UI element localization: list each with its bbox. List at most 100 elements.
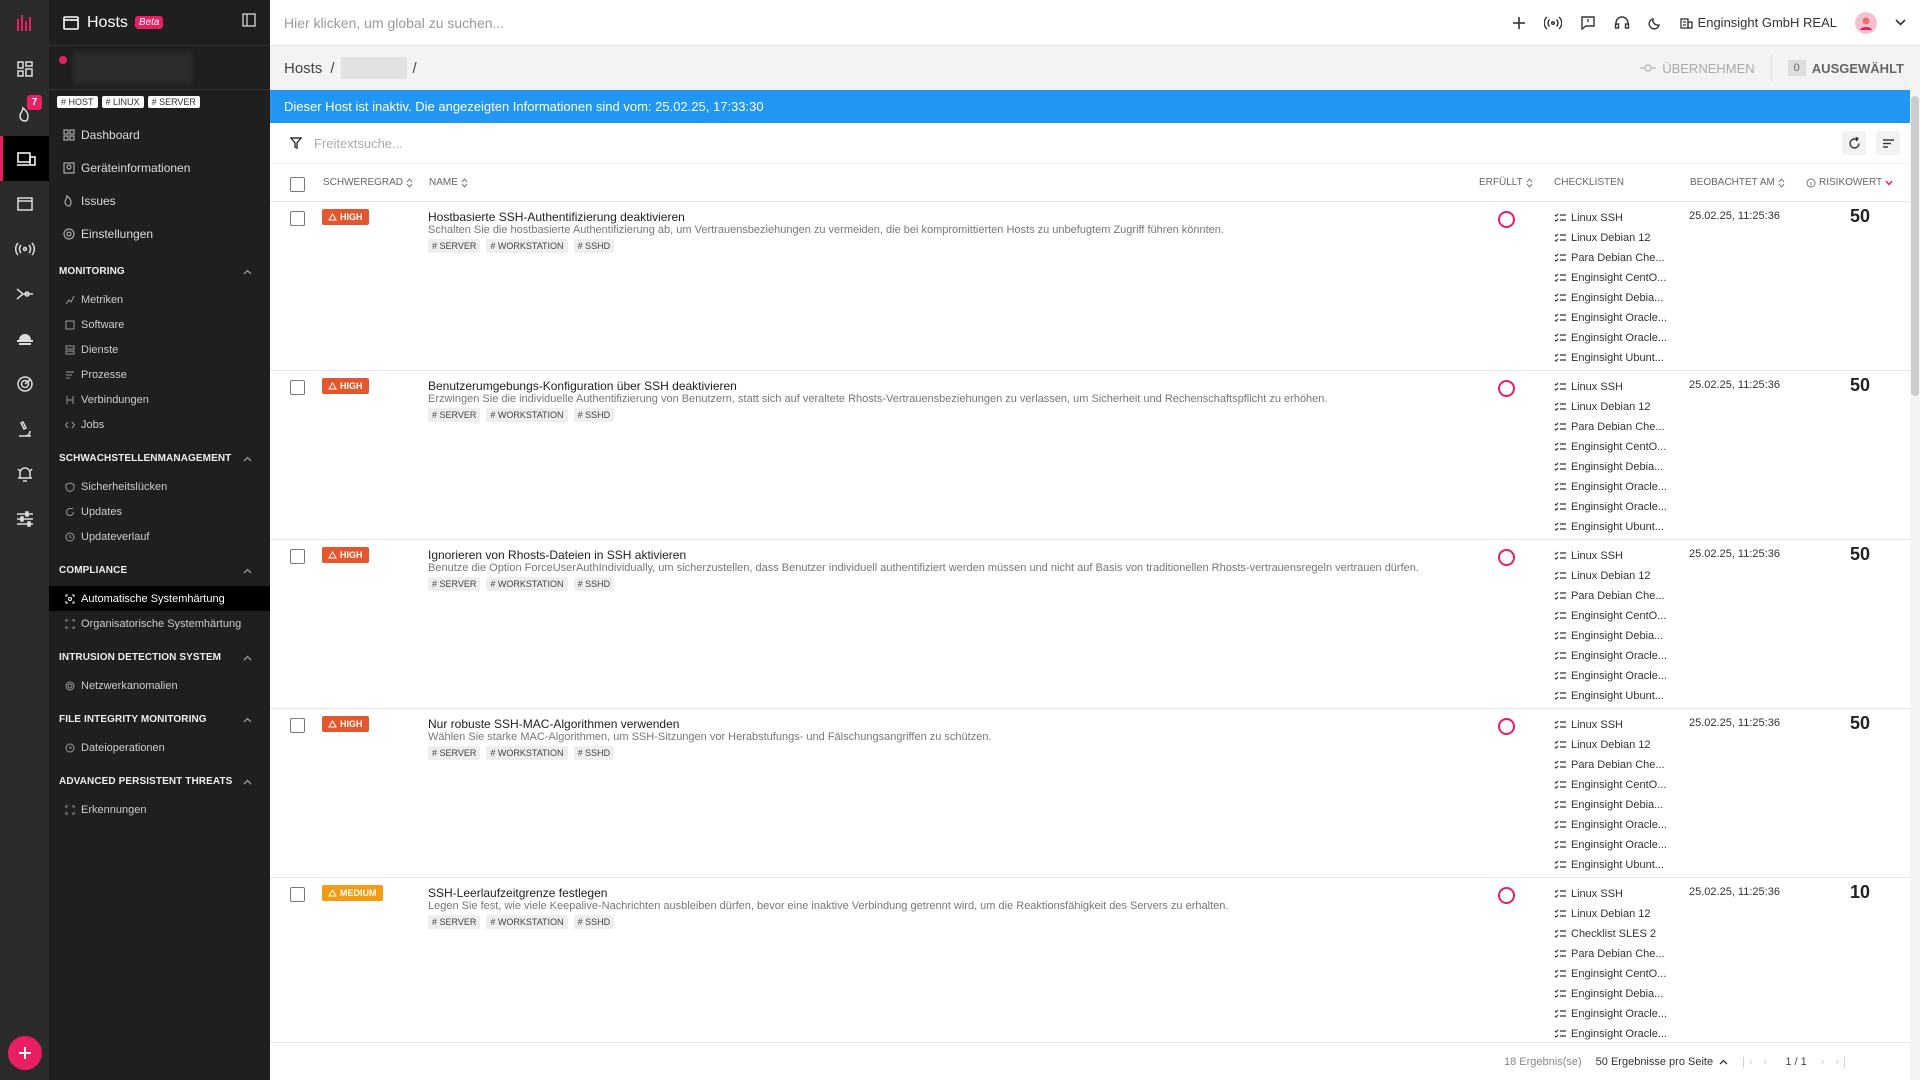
checklist-item[interactable]: Enginsight Debia... [1554, 984, 1667, 1004]
checklist-item[interactable]: Enginsight Oracle... [1554, 835, 1667, 855]
checklist-item[interactable]: Linux Debian 12 [1554, 566, 1667, 586]
select-all-checkbox[interactable] [290, 177, 305, 192]
nav-settings[interactable]: Einstellungen [49, 217, 270, 250]
checklist-item[interactable]: Para Debian Che... [1554, 586, 1667, 606]
filter-funnel-icon[interactable] [290, 137, 302, 149]
network-path-icon[interactable] [0, 271, 49, 316]
column-fulfilled[interactable]: ERFÜLLT [1479, 177, 1533, 188]
checklist-item[interactable]: Linux SSH [1554, 377, 1667, 397]
broadcast-signal-icon[interactable] [0, 226, 49, 271]
plus-icon[interactable] [1512, 16, 1526, 30]
nav-file-operations[interactable]: Dateioperationen [49, 735, 270, 760]
row-checkbox[interactable] [290, 887, 305, 902]
checklist-item[interactable]: Enginsight Oracle... [1554, 328, 1667, 348]
checklist-item[interactable]: Linux SSH [1554, 208, 1667, 228]
row-checkbox[interactable] [290, 718, 305, 733]
nav-dashboard[interactable]: Dashboard [49, 118, 270, 151]
nav-software[interactable]: Software [49, 312, 270, 337]
checklist-item[interactable]: Enginsight CentO... [1554, 606, 1667, 626]
dashboard-grid-icon[interactable] [0, 46, 49, 91]
hosts-devices-icon[interactable] [0, 136, 49, 181]
nav-organisational-hardening[interactable]: Organisatorische Systemhärtung [49, 611, 270, 636]
checklist-item[interactable]: Linux SSH [1554, 546, 1667, 566]
checklist-item[interactable]: Para Debian Che... [1554, 755, 1667, 775]
browser-window-icon[interactable] [0, 181, 49, 226]
sort-lines-icon[interactable] [1876, 131, 1900, 155]
nav-metrics[interactable]: Metriken [49, 287, 270, 312]
signal-icon[interactable] [1543, 15, 1562, 30]
checklist-item[interactable]: Enginsight Oracle... [1554, 308, 1667, 328]
checklist-item[interactable]: Enginsight Debia... [1554, 795, 1667, 815]
nav-updates[interactable]: Updates [49, 499, 270, 524]
checklist-item[interactable]: Para Debian Che... [1554, 417, 1667, 437]
refresh-icon[interactable] [1842, 131, 1866, 155]
issues-flame-icon[interactable]: 7 [0, 91, 49, 136]
cloud-shield-icon[interactable] [0, 316, 49, 361]
nav-device-info[interactable]: Geräteinformationen [49, 151, 270, 184]
column-name[interactable]: NAME [429, 177, 468, 188]
support-headset-icon[interactable] [1614, 15, 1630, 31]
checklist-item[interactable]: Enginsight CentO... [1554, 437, 1667, 457]
checklist-item[interactable]: Para Debian Che... [1554, 248, 1667, 268]
dark-mode-moon-icon[interactable] [1647, 16, 1662, 30]
table-row[interactable]: HIGH Benutzerumgebungs-Konfiguration übe… [270, 371, 1910, 540]
section-file-integrity[interactable]: FILE INTEGRITY MONITORING [49, 704, 270, 735]
collapse-sidebar-icon[interactable] [242, 13, 256, 32]
row-checkbox[interactable] [290, 211, 305, 226]
microscope-icon[interactable] [0, 406, 49, 451]
column-severity[interactable]: SCHWEREGRAD [323, 177, 413, 188]
nav-update-history[interactable]: Updateverlauf [49, 524, 270, 549]
checklist-item[interactable]: Checklist SLES 2 [1554, 924, 1667, 944]
checklist-item[interactable]: Enginsight Ubunt... [1554, 855, 1667, 875]
breadcrumb-hosts-link[interactable]: Hosts [284, 60, 322, 77]
checklist-item[interactable]: Para Debian Che... [1554, 944, 1667, 964]
nav-automatic-hardening[interactable]: Automatische Systemhärtung [49, 586, 270, 611]
column-risk[interactable]: RISIKOWERT [1806, 177, 1893, 188]
user-avatar[interactable] [1855, 11, 1877, 34]
checklist-item[interactable]: Linux Debian 12 [1554, 228, 1667, 248]
checklist-item[interactable]: Linux Debian 12 [1554, 397, 1667, 417]
feedback-icon[interactable] [1580, 15, 1596, 31]
section-intrusion-detection[interactable]: INTRUSION DETECTION SYSTEM [49, 642, 270, 673]
column-observed[interactable]: BEOBACHTET AM [1690, 177, 1785, 188]
checklist-item[interactable]: Linux SSH [1554, 884, 1667, 904]
section-compliance[interactable]: COMPLIANCE [49, 555, 270, 586]
checklist-item[interactable]: Enginsight Ubunt... [1554, 517, 1667, 537]
selected-label[interactable]: AUSGEWÄHLT [1812, 61, 1910, 76]
section-apt[interactable]: ADVANCED PERSISTENT THREATS [49, 766, 270, 797]
checklist-item[interactable]: Linux Debian 12 [1554, 904, 1667, 924]
nav-issues[interactable]: Issues [49, 184, 270, 217]
nav-network-anomalies[interactable]: Netzwerkanomalien [49, 673, 270, 698]
radar-icon[interactable] [0, 361, 49, 406]
checklist-item[interactable]: Enginsight CentO... [1554, 775, 1667, 795]
section-vulnerability-management[interactable]: SCHWACHSTELLENMANAGEMENT [49, 443, 270, 474]
nav-jobs[interactable]: Jobs [49, 412, 270, 437]
checklist-item[interactable]: Linux SSH [1554, 715, 1667, 735]
settings-sliders-icon[interactable] [0, 496, 49, 541]
nav-detections[interactable]: Erkennungen [49, 797, 270, 822]
table-row[interactable]: HIGH Ignorieren von Rhosts-Dateien in SS… [270, 540, 1910, 709]
organisation-switcher[interactable]: Enginsight GmbH REAL [1679, 15, 1837, 30]
breadcrumb-host-redacted[interactable] [340, 57, 407, 79]
checklist-item[interactable]: Enginsight Oracle... [1554, 666, 1667, 686]
scrollbar[interactable] [1910, 46, 1920, 1080]
nav-connections[interactable]: Verbindungen [49, 387, 270, 412]
checklist-item[interactable]: Enginsight Debia... [1554, 288, 1667, 308]
apply-button[interactable]: ÜBERNEHMEN [1662, 61, 1754, 76]
checklist-item[interactable]: Enginsight Oracle... [1554, 477, 1667, 497]
checklist-item[interactable]: Enginsight Ubunt... [1554, 686, 1667, 706]
row-checkbox[interactable] [290, 380, 305, 395]
table-row[interactable]: HIGH Hostbasierte SSH-Authentifizierung … [270, 202, 1910, 371]
nav-processes[interactable]: Prozesse [49, 362, 270, 387]
add-button[interactable] [8, 1036, 42, 1070]
scrollbar-thumb[interactable] [1911, 96, 1919, 396]
enginsight-logo-icon[interactable] [0, 0, 49, 46]
nav-services[interactable]: Dienste [49, 337, 270, 362]
checklist-item[interactable]: Enginsight CentO... [1554, 268, 1667, 288]
page-next-last-icons[interactable]: › ›| [1821, 1056, 1850, 1068]
global-search-input[interactable] [270, 14, 870, 31]
page-first-prev-icons[interactable]: |‹ ‹ [1742, 1056, 1771, 1068]
checklist-item[interactable]: Enginsight Debia... [1554, 626, 1667, 646]
nav-security-gaps[interactable]: Sicherheitslücken [49, 474, 270, 499]
checklist-item[interactable]: Linux Debian 12 [1554, 735, 1667, 755]
